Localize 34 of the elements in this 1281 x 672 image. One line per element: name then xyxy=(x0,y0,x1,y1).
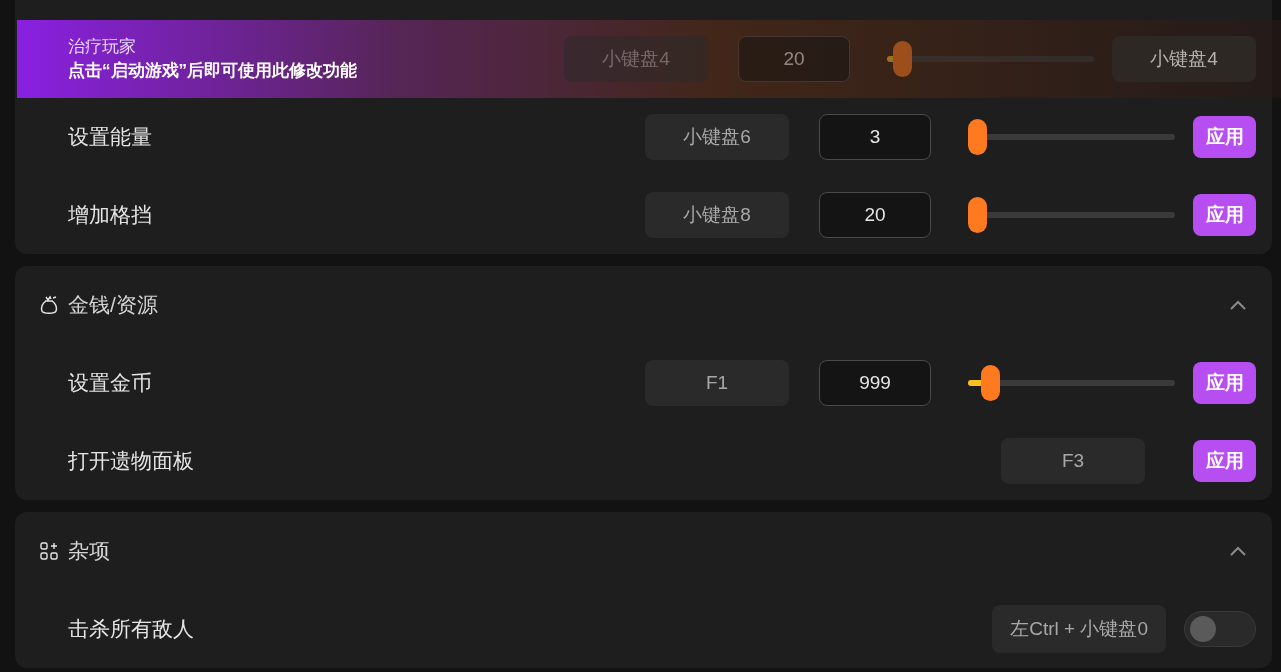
notice-message: 点击“启动游戏”后即可使用此修改功能 xyxy=(68,60,357,82)
option-label: 打开遗物面板 xyxy=(68,448,194,475)
apply-button[interactable]: 应用 xyxy=(1193,116,1256,158)
option-label: 设置能量 xyxy=(68,124,152,151)
apply-button[interactable]: 应用 xyxy=(1193,194,1256,236)
slider-thumb[interactable] xyxy=(968,197,987,233)
slider-thumb[interactable] xyxy=(968,119,987,155)
collapse-chevron-icon[interactable] xyxy=(1230,546,1246,556)
section-title: 金钱/资源 xyxy=(68,292,158,319)
notice-title: 治疗玩家 xyxy=(68,36,136,58)
apply-button[interactable]: 应用 xyxy=(1193,440,1256,482)
hotkey-button[interactable]: F1 xyxy=(645,360,789,406)
apps-add-icon xyxy=(40,542,58,560)
value-field[interactable]: 20 xyxy=(819,192,931,238)
section-title: 杂项 xyxy=(68,538,110,565)
apply-button[interactable]: 应用 xyxy=(1193,362,1256,404)
value-field[interactable]: 20 xyxy=(738,36,850,82)
slider-thumb[interactable] xyxy=(981,365,1001,401)
value-field[interactable]: 3 xyxy=(819,114,931,160)
hotkey-button[interactable]: F3 xyxy=(1001,438,1145,484)
collapse-chevron-icon[interactable] xyxy=(1230,300,1246,310)
hotkey-button[interactable]: 小键盘4 xyxy=(1112,36,1256,82)
toggle-switch[interactable] xyxy=(1184,611,1256,647)
hotkey-button[interactable]: 左Ctrl + 小键盘0 xyxy=(992,605,1166,653)
option-label: 设置金币 xyxy=(68,370,152,397)
value-field[interactable]: 999 xyxy=(819,360,931,406)
money-bag-icon xyxy=(40,295,58,315)
slider[interactable] xyxy=(968,197,1175,233)
option-label: 增加格挡 xyxy=(68,202,152,229)
slider[interactable] xyxy=(968,119,1175,155)
slider[interactable] xyxy=(968,365,1175,401)
hotkey-button[interactable]: 小键盘8 xyxy=(645,192,789,238)
option-label: 击杀所有敌人 xyxy=(68,616,194,643)
hotkey-button[interactable]: 小键盘6 xyxy=(645,114,789,160)
